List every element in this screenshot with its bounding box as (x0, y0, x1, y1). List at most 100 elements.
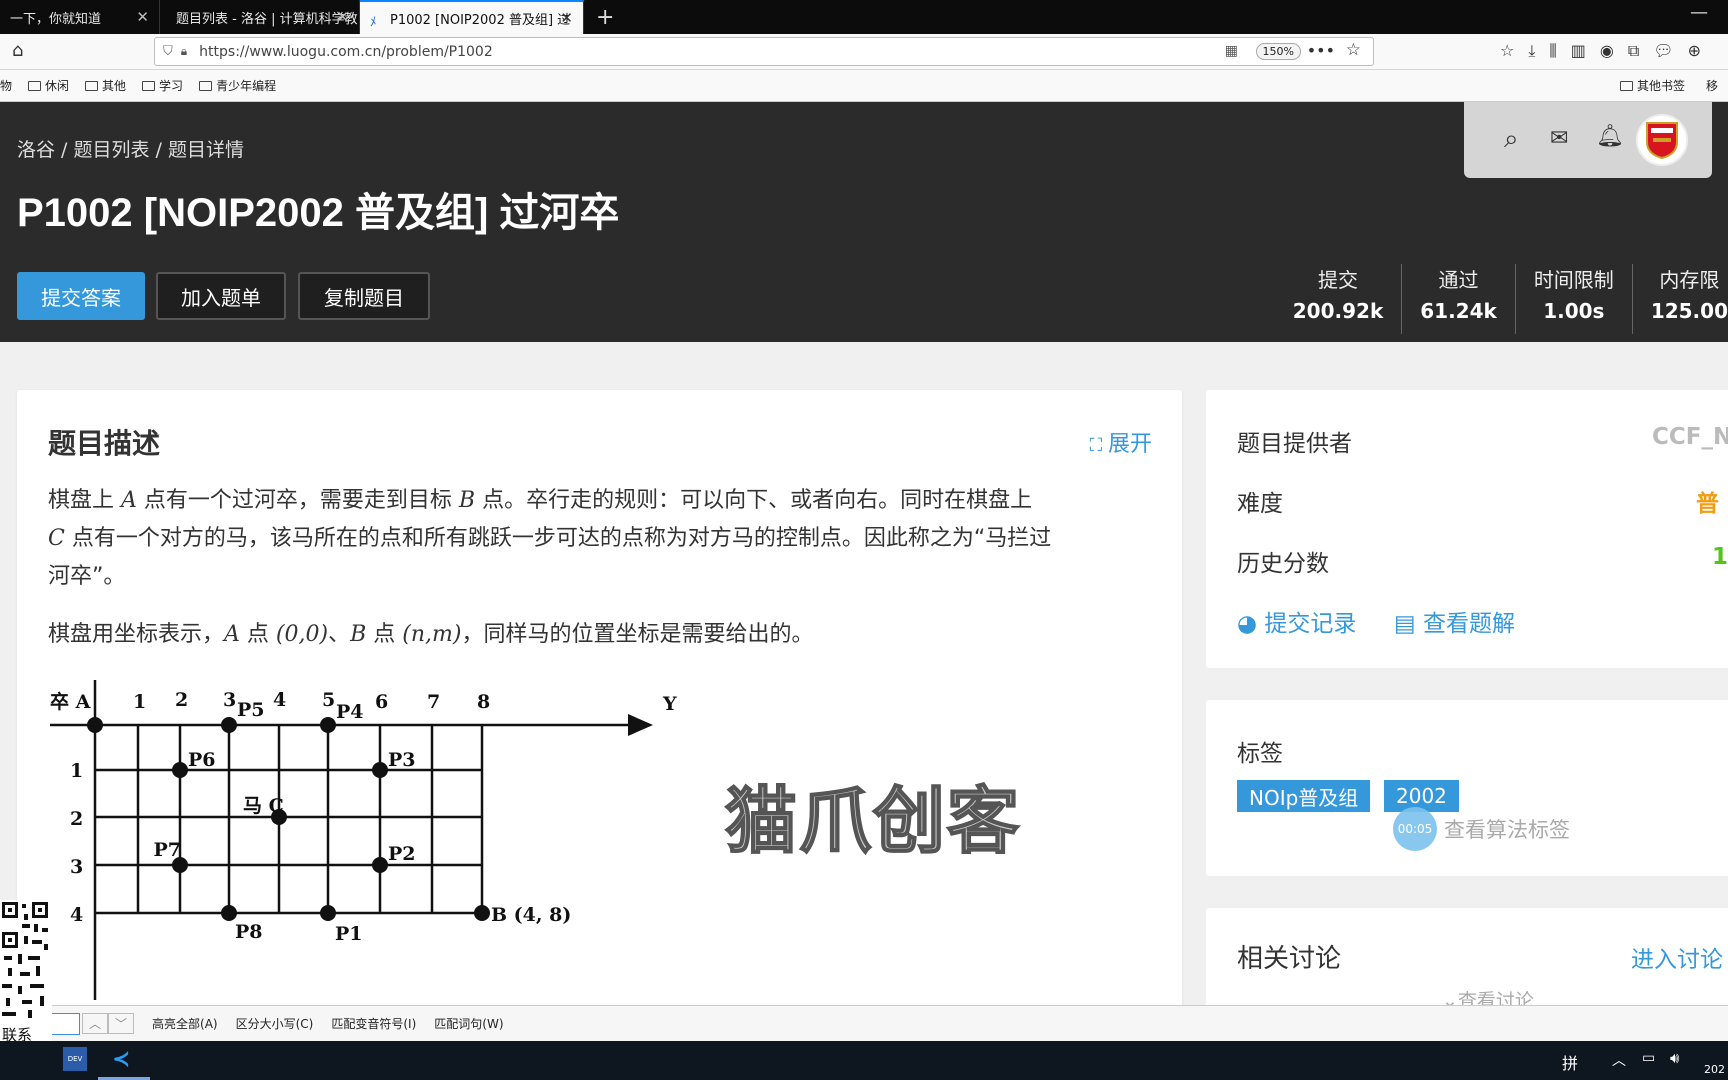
math-coord-a: (0,0) (275, 622, 329, 647)
submit-answer-button[interactable]: 提交答案 (17, 272, 145, 320)
download-icon[interactable]: ⤓ (1528, 41, 1535, 61)
row-label: 2 (70, 808, 83, 830)
expand-button[interactable]: ⛶ 展开 (1090, 426, 1152, 458)
stat-label: 提交 (1318, 268, 1358, 292)
view-algorithm-tags-link[interactable]: 查看算法标签 (1444, 814, 1570, 844)
devcpp-app-icon[interactable]: DEV (63, 1047, 87, 1071)
row-label: 3 (70, 856, 83, 878)
address-bar[interactable]: ⛉ 🔒︎ https://www.luogu.com.cn/problem/P1… (154, 37, 1374, 66)
browser-tab-baidu[interactable]: 一下，你就知道 ✕ (0, 0, 160, 34)
sidebar-icon[interactable]: ▥ (1571, 41, 1586, 61)
extensions-icon[interactable]: ⊕ (1688, 41, 1701, 61)
browser-tab-p1002[interactable]: ﾒ P1002 [NOIP2002 普及组] 过 ✕ (360, 0, 584, 34)
app-label: DEV (67, 1055, 83, 1063)
bookmark-youth-coding[interactable]: 青少年编程 (199, 77, 276, 94)
new-tab-button[interactable]: + (584, 0, 626, 34)
zoom-indicator[interactable]: 150% (1255, 43, 1301, 60)
watermark-text: 猫爪创客 (724, 778, 1022, 864)
qr-code-icon (2, 902, 48, 1018)
text: 点。卒行走的规则：可以向下、或者向右。同时在棋盘上 (482, 488, 1033, 513)
y-axis-label: Y (662, 693, 677, 715)
battery-icon[interactable]: ▭ (1642, 1050, 1655, 1066)
bookmark-other[interactable]: 其他 (85, 77, 126, 94)
stat-label: 时间限制 (1533, 268, 1614, 292)
history-score-label: 历史分数 (1237, 551, 1329, 577)
luogu-favicon-icon: ﾒ (370, 15, 377, 30)
mail-icon[interactable]: ✉ (1550, 126, 1568, 151)
avatar[interactable] (1636, 114, 1688, 166)
close-icon[interactable]: ✕ (560, 9, 573, 27)
bookmark-mobile[interactable]: 移 (1706, 77, 1718, 94)
text: 棋盘用坐标表示， (48, 622, 225, 647)
shield-icon[interactable]: ⛉ (163, 44, 173, 59)
lock-icon[interactable]: 🔒︎ (181, 44, 187, 59)
url-text[interactable]: https://www.luogu.com.cn/problem/P1002 (199, 44, 493, 60)
folder-icon (142, 80, 156, 91)
text: 点 (246, 622, 269, 647)
math-coord-b: (n,m) (402, 622, 462, 647)
add-to-list-button[interactable]: 加入题单 (156, 272, 286, 320)
browser-tab-problem-list[interactable]: 题目列表 - 洛谷 | 计算机科学教 ✕ (160, 0, 360, 34)
minimize-icon[interactable]: — (1690, 2, 1708, 23)
find-next-button[interactable]: ﹀ (108, 1013, 135, 1034)
stat-label: 内存限 (1659, 268, 1720, 292)
clock-year[interactable]: 202 (1704, 1063, 1725, 1076)
chat-icon[interactable]: 💬︎ (1653, 41, 1673, 61)
stat-value: 1.00s (1543, 299, 1605, 323)
pie-chart-icon: ◕ (1237, 611, 1258, 637)
view-solution-link[interactable]: ▤ 查看题解 (1394, 604, 1515, 638)
library-icon[interactable]: ⫼ (1549, 41, 1556, 61)
close-icon[interactable]: ✕ (136, 8, 149, 26)
find-previous-button[interactable]: ︿ (82, 1013, 109, 1034)
bookmark-label: 其他书签 (1637, 79, 1686, 93)
home-icon[interactable]: ⌂ (12, 40, 23, 61)
bookmark-label: 休闲 (45, 79, 70, 93)
account-icon[interactable]: ◉ (1600, 41, 1614, 61)
vscode-app-icon[interactable]: ≺ (112, 1047, 138, 1073)
volume-icon[interactable]: 🔊︎ (1670, 1049, 1679, 1067)
text: 点有一个过河卒，需要走到目标 (143, 488, 452, 513)
bookmark-other-bookmarks[interactable]: 其他书签 (1620, 77, 1685, 94)
browser-tab-bar: 一下，你就知道 ✕ 题目列表 - 洛谷 | 计算机科学教 ✕ ﾒ P1002 [… (0, 0, 1728, 34)
bell-icon[interactable]: 🔔︎ (1596, 124, 1624, 149)
folder-icon (199, 80, 213, 91)
point-label: P2 (388, 843, 416, 865)
close-icon[interactable]: ✕ (336, 8, 349, 26)
provider-label: 题目提供者 (1237, 431, 1352, 457)
highlight-all-checkbox[interactable]: 高亮全部(A) (152, 1015, 218, 1032)
tag-noip-junior[interactable]: NOIp普及组 (1237, 780, 1371, 812)
text: 、 (328, 622, 351, 647)
tray-chevron-icon[interactable]: ︿ (1612, 1050, 1626, 1070)
col-label: 7 (427, 691, 440, 713)
bookmark-study[interactable]: 学习 (142, 77, 183, 94)
point-label: P5 (237, 699, 265, 721)
ime-indicator[interactable]: 拼 (1562, 1050, 1578, 1074)
enter-discussion-link[interactable]: 进入讨论 (1631, 940, 1723, 974)
bookmark-label: 移 (1706, 79, 1719, 93)
bookmark-shopping[interactable]: 购物 (0, 77, 12, 94)
find-input[interactable] (50, 1012, 80, 1035)
match-diacritics-checkbox[interactable]: 匹配变音符号(I) (331, 1015, 416, 1032)
bookmark-label: 其他 (102, 79, 127, 93)
qr-code-icon[interactable]: ▦ (1225, 43, 1238, 59)
point-label: P8 (235, 921, 263, 943)
search-icon[interactable]: ⌕ (1504, 124, 1519, 155)
match-case-checkbox[interactable]: 区分大小写(C) (236, 1015, 314, 1032)
page-title: P1002 [NOIP2002 普及组] 过河卒 (17, 191, 620, 235)
screenshot-icon[interactable]: ⧉ (1628, 41, 1639, 61)
whole-words-checkbox[interactable]: 匹配词句(W) (434, 1015, 503, 1032)
bookmark-star-icon[interactable]: ☆ (1346, 40, 1361, 60)
description-paragraph-1: 棋盘上 A 点有一个过河卒，需要走到目标 B 点。卒行走的规则：可以向下、或者向… (48, 482, 1158, 596)
submit-records-link[interactable]: ◕ 提交记录 (1237, 604, 1356, 638)
copy-problem-button[interactable]: 复制题目 (298, 272, 430, 320)
fullscreen-icon: ⛶ (1089, 435, 1108, 456)
col-label: 3 (223, 689, 236, 711)
stat-value: 200.92k (1292, 299, 1384, 323)
more-actions-icon[interactable]: ••• (1307, 41, 1335, 60)
bookmark-leisure[interactable]: 休闲 (28, 77, 69, 94)
provider-value[interactable]: CCF_N (1652, 424, 1728, 450)
starred-list-icon[interactable]: ☆ (1500, 41, 1514, 61)
difficulty-value: 普 (1696, 491, 1719, 517)
breadcrumb[interactable]: 洛谷 / 题目列表 / 题目详情 (17, 135, 244, 162)
book-icon: ▤ (1394, 611, 1416, 637)
